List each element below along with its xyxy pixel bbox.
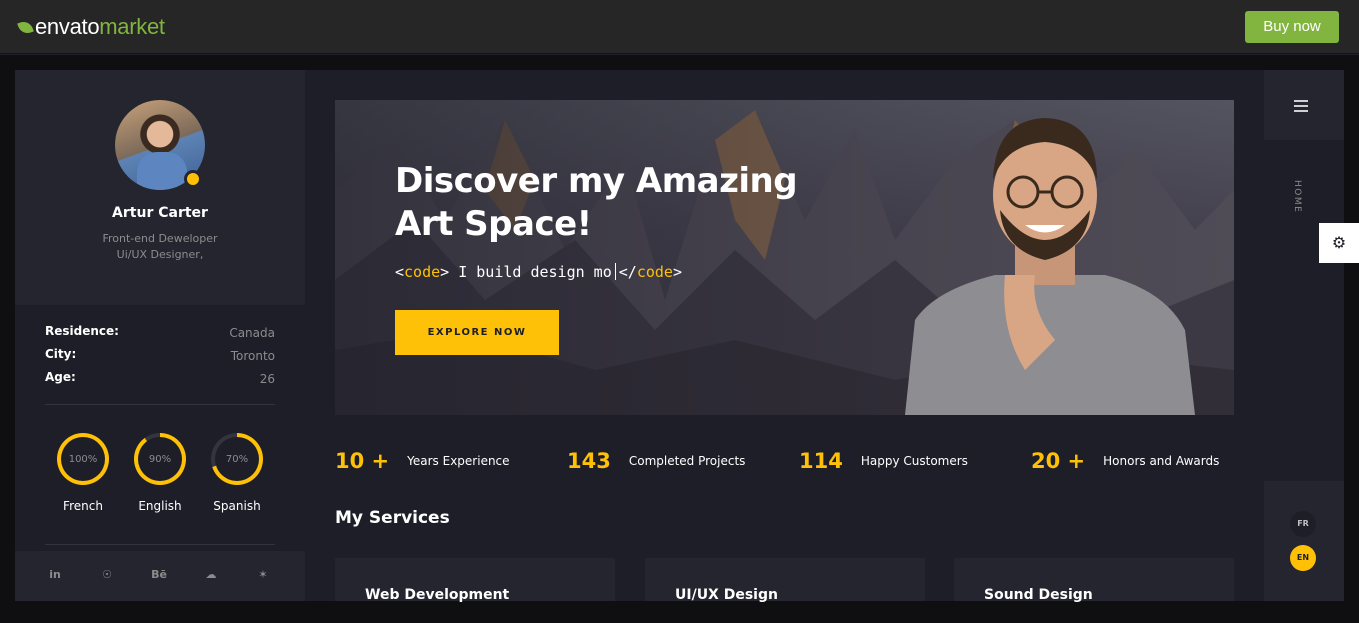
- explore-now-button[interactable]: EXPLORE NOW: [395, 310, 559, 355]
- linkedin-icon[interactable]: in: [45, 568, 65, 581]
- envato-logo[interactable]: envato market: [17, 14, 165, 40]
- language-switcher: FR EN: [1264, 481, 1344, 601]
- detail-value: Toronto: [230, 349, 275, 363]
- language-label: Spanish: [213, 499, 261, 513]
- github-icon[interactable]: ☁: [201, 568, 221, 581]
- ring-percent: 70%: [215, 437, 259, 481]
- typed-text: I build design mo: [449, 263, 612, 281]
- stat-projects: 143 Completed Projects: [567, 449, 745, 473]
- menu-toggle-area: [1264, 70, 1344, 140]
- hero-banner: Discover my Amazing Art Space! <code> I …: [335, 100, 1234, 415]
- profile-role-line1: Front-end Deweloper: [102, 232, 218, 245]
- hamburger-menu-icon[interactable]: [1294, 100, 1308, 112]
- detail-key: Residence:: [45, 324, 119, 338]
- stat-number: 143: [567, 449, 611, 473]
- lang-en-button[interactable]: EN: [1290, 545, 1316, 571]
- twitter-icon[interactable]: ✶: [253, 568, 273, 581]
- main-content: Discover my Amazing Art Space! <code> I …: [305, 70, 1264, 603]
- buy-now-button[interactable]: Buy now: [1245, 11, 1339, 43]
- hero-title-line1: Discover my Amazing: [395, 161, 798, 201]
- dribbble-icon[interactable]: ☉: [97, 568, 117, 581]
- typing-cursor: [614, 263, 616, 280]
- stat-label: Happy Customers: [860, 454, 968, 468]
- language-ring-spanish: 70%: [211, 433, 263, 485]
- typed-code-line: <code> I build design mo </code>: [395, 263, 682, 281]
- detail-value: 26: [259, 372, 275, 386]
- language-label: French: [63, 499, 103, 513]
- ring-percent: 90%: [138, 437, 182, 481]
- detail-key: Age:: [45, 370, 76, 384]
- social-links: in ☉ Bē ☁ ✶: [15, 551, 305, 601]
- stat-label: Completed Projects: [628, 454, 746, 468]
- portrait-illustration: [905, 118, 1195, 415]
- detail-key: City:: [45, 347, 77, 361]
- divider: [45, 544, 275, 545]
- stat-label: Honors and Awards: [1103, 454, 1220, 468]
- service-card-title: UI/UX Design: [675, 587, 778, 603]
- service-card-uiux[interactable]: UI/UX Design: [645, 558, 925, 603]
- profile-sidebar: Artur Carter Front-end Deweloper Ui/UX D…: [15, 70, 305, 601]
- logo-text-market: market: [99, 14, 165, 39]
- detail-residence: Residence: Canada: [45, 324, 275, 344]
- logo-text-envato: envato: [35, 14, 100, 39]
- service-card-title: Web Development: [365, 587, 510, 603]
- hero-title-line2: Art Space!: [395, 204, 592, 244]
- service-card-sound[interactable]: Sound Design: [954, 558, 1234, 603]
- detail-age: Age: 26: [45, 370, 275, 390]
- ring-percent: 100%: [61, 437, 105, 481]
- right-navigation: HOME FR EN: [1264, 70, 1344, 601]
- envato-topbar: envato market Buy now: [0, 0, 1359, 54]
- settings-gear-icon[interactable]: ⚙: [1319, 223, 1359, 263]
- language-ring-english: 90%: [134, 433, 186, 485]
- divider: [45, 404, 275, 405]
- code-tag-close: </code>: [618, 263, 682, 281]
- services-title: My Services: [335, 508, 450, 528]
- behance-icon[interactable]: Bē: [149, 568, 169, 581]
- profile-header: Artur Carter Front-end Deweloper Ui/UX D…: [15, 70, 305, 305]
- stat-number: 20 +: [1031, 449, 1086, 473]
- online-status-dot: [184, 170, 202, 188]
- profile-name: Artur Carter: [112, 205, 208, 221]
- stat-label: Years Experience: [407, 454, 510, 468]
- lang-fr-button[interactable]: FR: [1290, 511, 1316, 537]
- stat-customers: 114 Happy Customers: [799, 449, 968, 473]
- stat-number: 10 +: [335, 449, 390, 473]
- detail-city: City: Toronto: [45, 347, 275, 367]
- language-ring-french: 100%: [57, 433, 109, 485]
- service-card-title: Sound Design: [984, 587, 1093, 603]
- profile-role-line2: Ui/UX Designer,: [116, 248, 204, 261]
- language-label: English: [138, 499, 182, 513]
- stat-number: 114: [799, 449, 843, 473]
- nav-home-link[interactable]: HOME: [1292, 180, 1302, 213]
- code-tag-open: <code>: [395, 263, 450, 281]
- stat-years: 10 + Years Experience: [335, 449, 510, 473]
- service-card-web[interactable]: Web Development: [335, 558, 615, 603]
- detail-value: Canada: [229, 326, 275, 340]
- leaf-icon: [17, 18, 34, 36]
- stat-awards: 20 + Honors and Awards: [1031, 449, 1219, 473]
